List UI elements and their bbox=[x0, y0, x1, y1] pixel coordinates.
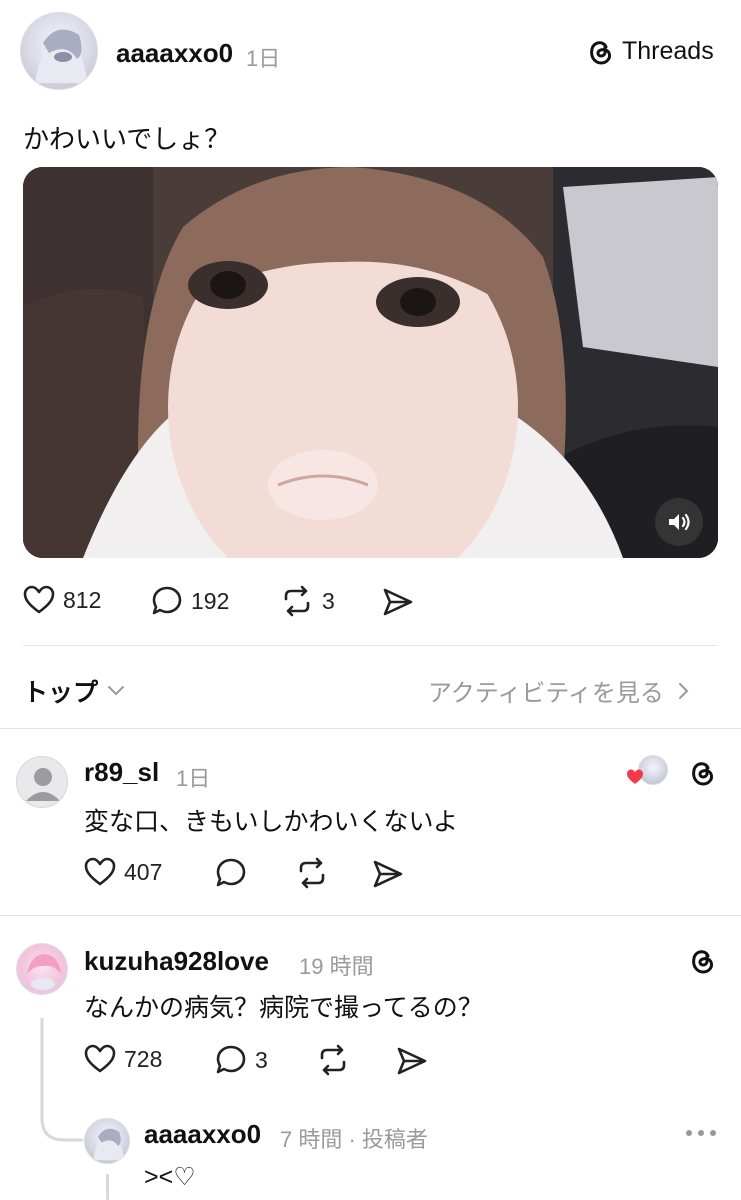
share-icon bbox=[383, 588, 413, 616]
thread-connector-line bbox=[106, 1174, 109, 1200]
heart-icon bbox=[627, 769, 643, 784]
repost-button[interactable] bbox=[316, 1044, 350, 1076]
comment-text: 変な口、きもいしかわいくないよ bbox=[84, 808, 459, 836]
view-activity-label: アクティビティを見る bbox=[428, 680, 664, 707]
repost-button[interactable] bbox=[295, 857, 329, 889]
divider bbox=[0, 915, 741, 916]
repost-button[interactable]: 3 bbox=[280, 585, 335, 617]
threads-logo-icon[interactable] bbox=[688, 757, 716, 787]
share-icon bbox=[373, 860, 403, 888]
post-caption: かわいいでしょ？ bbox=[23, 124, 231, 154]
reply-username[interactable]: aaaaxxo0 bbox=[144, 1119, 261, 1150]
reply-time: 7 時間 · 投稿者 bbox=[280, 1127, 428, 1152]
comment-text: なんかの病気？病院で撮ってるの？ bbox=[84, 994, 483, 1022]
author-liked-badge bbox=[626, 755, 668, 791]
chevron-right-icon bbox=[678, 682, 689, 699]
comment-icon bbox=[216, 1045, 246, 1074]
heart-icon bbox=[84, 1044, 116, 1073]
threads-logo-icon[interactable] bbox=[688, 945, 716, 975]
post-author-avatar[interactable] bbox=[20, 12, 98, 90]
share-button[interactable] bbox=[396, 1046, 428, 1076]
volume-icon bbox=[669, 513, 690, 531]
threads-brand-label: Threads bbox=[622, 36, 714, 65]
reply-button[interactable]: 3 bbox=[215, 1044, 268, 1076]
threads-logo-icon bbox=[590, 41, 611, 65]
comment-username[interactable]: kuzuha928love bbox=[84, 946, 269, 977]
reply-count: 192 bbox=[191, 587, 230, 614]
threads-brand-link[interactable]: Threads bbox=[586, 36, 714, 66]
repost-icon bbox=[284, 585, 310, 617]
share-icon bbox=[397, 1047, 427, 1075]
chevron-down-icon bbox=[108, 686, 125, 696]
share-button[interactable] bbox=[382, 587, 414, 617]
reply-count: 3 bbox=[255, 1046, 268, 1073]
post-username[interactable]: aaaaxxo0 bbox=[116, 38, 233, 69]
reply-button[interactable] bbox=[215, 857, 247, 889]
share-button[interactable] bbox=[372, 859, 404, 889]
thread-connector-line bbox=[40, 1018, 84, 1142]
like-button[interactable]: 728 bbox=[84, 1044, 162, 1074]
comment-time: 19 時間 bbox=[299, 954, 374, 979]
view-activity-link[interactable]: アクティビティを見る bbox=[428, 673, 690, 708]
post-time: 1日 bbox=[246, 46, 281, 71]
repost-icon bbox=[320, 1044, 346, 1076]
like-count: 812 bbox=[63, 586, 102, 613]
reply-text: ><♡ bbox=[144, 1163, 196, 1191]
repost-icon bbox=[299, 857, 325, 889]
like-button[interactable]: 407 bbox=[84, 857, 162, 887]
sort-dropdown[interactable]: トップ bbox=[23, 673, 126, 709]
repost-count: 3 bbox=[322, 587, 335, 614]
heart-icon bbox=[84, 857, 116, 886]
like-count: 407 bbox=[124, 858, 163, 885]
divider bbox=[0, 728, 741, 729]
comment-avatar[interactable] bbox=[16, 756, 68, 808]
reply-avatar[interactable] bbox=[84, 1118, 130, 1164]
comment-icon bbox=[216, 858, 246, 887]
like-count: 728 bbox=[124, 1045, 163, 1072]
sort-label: トップ bbox=[23, 679, 99, 707]
divider bbox=[23, 645, 718, 646]
comment-time: 1日 bbox=[176, 766, 211, 791]
more-options-button[interactable] bbox=[684, 1125, 718, 1143]
reply-button[interactable]: 192 bbox=[151, 585, 229, 617]
comment-username[interactable]: r89_sl bbox=[84, 757, 159, 788]
more-icon bbox=[686, 1130, 716, 1136]
like-button[interactable]: 812 bbox=[23, 585, 101, 615]
comment-avatar[interactable] bbox=[16, 943, 68, 995]
heart-icon bbox=[23, 585, 55, 614]
comment-icon bbox=[152, 586, 182, 615]
post-video[interactable] bbox=[23, 167, 718, 558]
volume-button[interactable] bbox=[655, 498, 703, 546]
